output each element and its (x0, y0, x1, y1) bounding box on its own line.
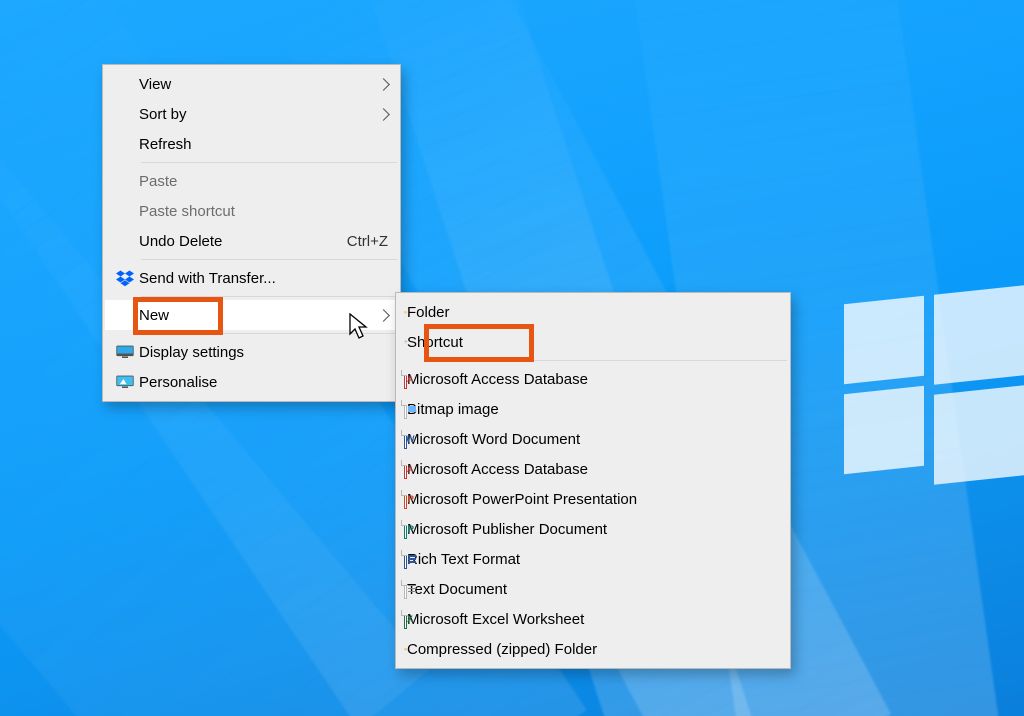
menu-item-view[interactable]: View (105, 69, 398, 99)
submenu-item-label: Text Document (407, 581, 778, 598)
menu-item-label: New (139, 307, 379, 324)
menu-item-label: Undo Delete (139, 233, 339, 250)
menu-item-label: View (139, 76, 379, 93)
menu-item-sort-by[interactable]: Sort by (105, 99, 398, 129)
menu-separator (141, 162, 397, 163)
chevron-right-icon (377, 309, 390, 322)
submenu-item-label: Rich Text Format (407, 551, 778, 568)
powerpoint-file-icon: P (404, 490, 407, 509)
submenu-item-publisher[interactable]: P Microsoft Publisher Document (398, 514, 788, 544)
menu-item-label: Send with Transfer... (139, 270, 388, 287)
bitmap-file-icon (404, 400, 407, 419)
submenu-item-access-db-2[interactable]: A Microsoft Access Database (398, 454, 788, 484)
submenu-item-powerpoint[interactable]: P Microsoft PowerPoint Presentation (398, 484, 788, 514)
menu-item-label: Personalise (139, 374, 388, 391)
submenu-item-label: Bitmap image (407, 401, 778, 418)
submenu-item-label: Microsoft Excel Worksheet (407, 611, 778, 628)
new-submenu: Folder Shortcut A Microsoft Access Datab… (395, 292, 791, 669)
submenu-item-text[interactable]: Text Document (398, 574, 788, 604)
dropbox-icon (111, 269, 139, 287)
menu-item-new[interactable]: New (105, 300, 398, 330)
text-file-icon (404, 580, 407, 599)
menu-item-label: Sort by (139, 106, 379, 123)
menu-item-send-with-transfer[interactable]: Send with Transfer... (105, 263, 398, 293)
submenu-item-word[interactable]: W Microsoft Word Document (398, 424, 788, 454)
desktop-context-menu: View Sort by Refresh Paste Paste shortcu… (102, 64, 401, 402)
access-file-icon: A (404, 460, 407, 479)
menu-item-label: Display settings (139, 344, 388, 361)
personalise-icon (111, 373, 139, 391)
menu-item-label: Paste shortcut (139, 203, 388, 220)
submenu-item-folder[interactable]: Folder (398, 297, 788, 327)
menu-item-paste-shortcut: Paste shortcut (105, 196, 398, 226)
submenu-item-label: Microsoft PowerPoint Presentation (407, 491, 778, 508)
menu-separator (141, 333, 397, 334)
menu-item-shortcut: Ctrl+Z (347, 233, 388, 250)
word-file-icon: W (404, 430, 407, 449)
access-file-icon: A (404, 370, 407, 389)
submenu-item-label: Microsoft Access Database (407, 461, 778, 478)
submenu-item-label: Folder (407, 304, 778, 321)
rtf-file-icon (404, 550, 407, 569)
menu-separator (432, 360, 787, 361)
chevron-right-icon (377, 78, 390, 91)
submenu-item-label: Microsoft Publisher Document (407, 521, 778, 538)
chevron-right-icon (377, 108, 390, 121)
menu-item-undo-delete[interactable]: Undo Delete Ctrl+Z (105, 226, 398, 256)
menu-separator (141, 296, 397, 297)
windows-logo (844, 290, 1024, 480)
menu-item-display-settings[interactable]: Display settings (105, 337, 398, 367)
submenu-item-bitmap[interactable]: Bitmap image (398, 394, 788, 424)
menu-separator (141, 259, 397, 260)
submenu-item-label: Compressed (zipped) Folder (407, 641, 778, 658)
submenu-item-access-db[interactable]: A Microsoft Access Database (398, 364, 788, 394)
menu-item-personalise[interactable]: Personalise (105, 367, 398, 397)
publisher-file-icon: P (404, 520, 407, 539)
menu-item-label: Paste (139, 173, 388, 190)
excel-file-icon: X (404, 610, 407, 629)
menu-item-paste: Paste (105, 166, 398, 196)
submenu-item-label: Microsoft Access Database (407, 371, 778, 388)
submenu-item-shortcut[interactable]: Shortcut (398, 327, 788, 357)
submenu-item-excel[interactable]: X Microsoft Excel Worksheet (398, 604, 788, 634)
windows-desktop[interactable]: View Sort by Refresh Paste Paste shortcu… (0, 0, 1024, 716)
submenu-item-label: Shortcut (407, 334, 778, 351)
submenu-item-rtf[interactable]: Rich Text Format (398, 544, 788, 574)
display-settings-icon (111, 343, 139, 361)
menu-item-label: Refresh (139, 136, 388, 153)
submenu-item-zip[interactable]: Compressed (zipped) Folder (398, 634, 788, 664)
menu-item-refresh[interactable]: Refresh (105, 129, 398, 159)
submenu-item-label: Microsoft Word Document (407, 431, 778, 448)
